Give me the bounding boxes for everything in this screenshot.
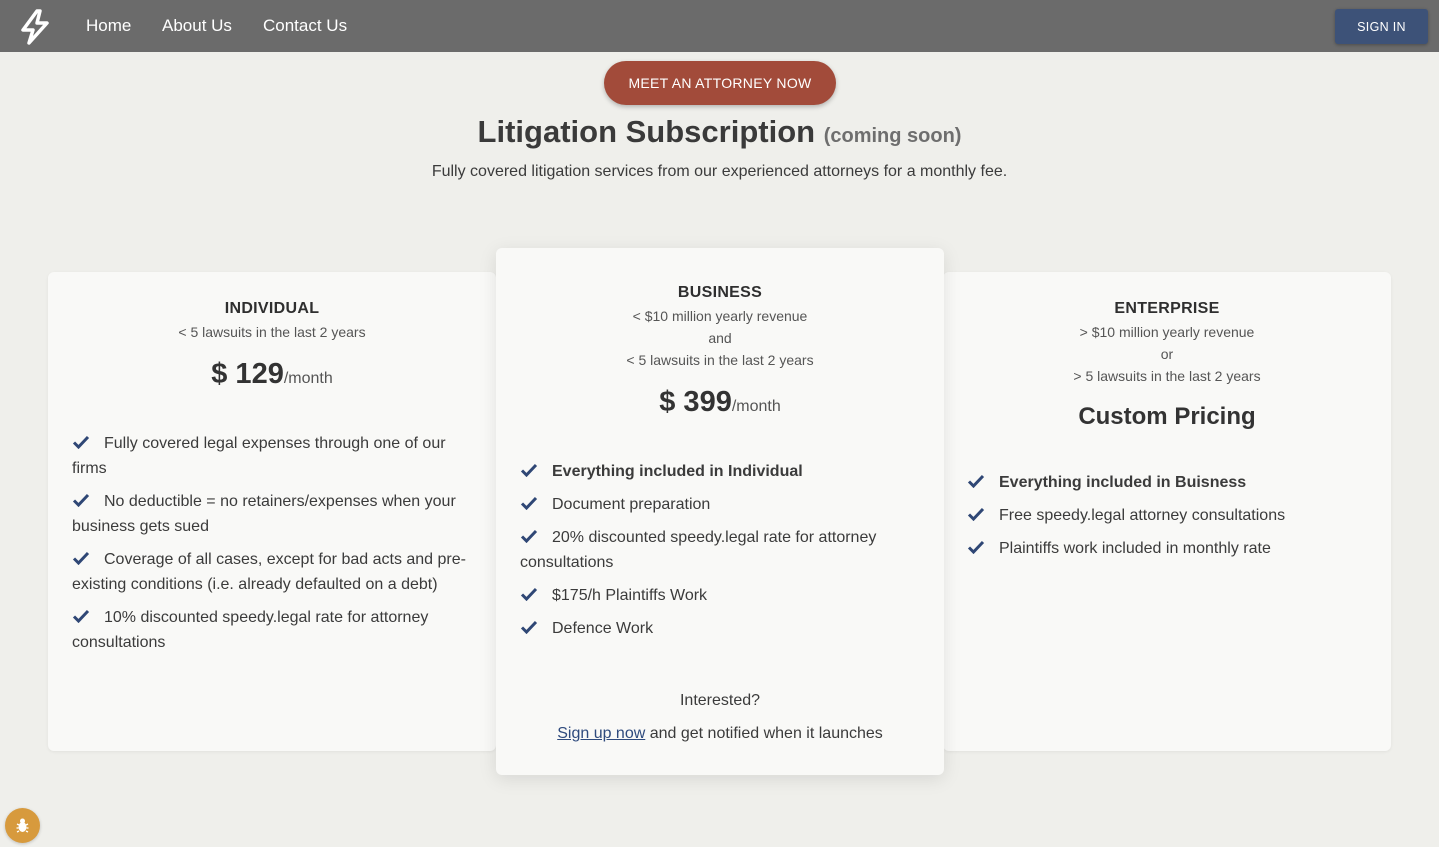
nav-home[interactable]: Home: [86, 16, 131, 36]
feature-item: Fully covered legal expenses through one…: [72, 435, 446, 477]
check-icon: [967, 540, 985, 554]
plan-name: INDIVIDUAL: [224, 300, 320, 317]
feature-list: Fully covered legal expenses through one…: [72, 431, 472, 663]
page-subtitle: Fully covered litigation services from o…: [431, 163, 1008, 180]
feature-item: Coverage of all cases, except for bad ac…: [72, 551, 466, 593]
feature-item: Free speedy.legal attorney consultations: [967, 503, 1367, 528]
plan-name: BUSINESS: [677, 284, 763, 301]
feature-item: 10% discounted speedy.legal rate for att…: [72, 609, 429, 651]
price-period: /month: [731, 398, 781, 415]
plan-description: < $10 million yearly revenue and < 5 law…: [626, 308, 814, 368]
check-icon: [72, 435, 90, 449]
check-icon: [72, 609, 90, 623]
plan-description: < 5 lawsuits in the last 2 years: [178, 324, 366, 340]
signup-notice: Sign up now and get notified when it lau…: [496, 725, 944, 743]
plan-card-enterprise: ENTERPRISE > $10 million yearly revenue …: [943, 272, 1391, 751]
bug-icon: [16, 818, 29, 833]
navbar: Home About Us Contact Us SIGN IN: [0, 0, 1439, 52]
feature-item: Everything included in Individual: [520, 459, 920, 484]
feature-list: Everything included in Individual Docume…: [520, 459, 920, 649]
check-icon: [72, 493, 90, 507]
plan-price: Custom Pricing: [1078, 403, 1256, 430]
plan-card-business: BUSINESS < $10 million yearly revenue an…: [496, 248, 944, 775]
price-amount: $ 399: [659, 386, 732, 418]
check-icon: [520, 529, 538, 543]
feature-item: Document preparation: [520, 492, 920, 517]
page-title-text: Litigation Subscription: [477, 114, 816, 149]
plan-price: $ 129/month: [48, 358, 496, 391]
sign-up-link[interactable]: Sign up now: [557, 725, 645, 742]
check-icon: [520, 587, 538, 601]
sign-in-button[interactable]: SIGN IN: [1335, 9, 1428, 44]
plan-description: > $10 million yearly revenue or > 5 laws…: [1073, 324, 1261, 384]
price-period: /month: [283, 370, 333, 387]
feature-item: Plaintiffs work included in monthly rate: [967, 536, 1367, 561]
check-icon: [967, 474, 985, 488]
check-icon: [967, 507, 985, 521]
nav-about-us[interactable]: About Us: [162, 16, 232, 36]
check-icon: [520, 620, 538, 634]
check-icon: [72, 551, 90, 565]
check-icon: [520, 463, 538, 477]
page-title: Litigation Subscription (coming soon): [0, 114, 1439, 150]
nav-contact-us[interactable]: Contact Us: [263, 16, 347, 36]
check-icon: [520, 496, 538, 510]
feature-item: Everything included in Buisness: [967, 470, 1367, 495]
signup-notice-text: and get notified when it launches: [645, 725, 883, 742]
feature-item: $175/h Plaintiffs Work: [520, 583, 920, 608]
coming-soon-label: (coming soon): [823, 125, 962, 147]
price-amount: $ 129: [211, 358, 284, 390]
feature-item: No deductible = no retainers/expenses wh…: [72, 493, 456, 535]
plan-card-individual: INDIVIDUAL < 5 lawsuits in the last 2 ye…: [48, 272, 496, 751]
feature-item: Defence Work: [520, 616, 920, 641]
interested-label: Interested?: [679, 692, 761, 709]
plan-price: $ 399/month: [496, 386, 944, 419]
plan-name: ENTERPRISE: [1114, 300, 1220, 317]
feature-list: Everything included in Buisness Free spe…: [967, 470, 1367, 569]
meet-attorney-button[interactable]: MEET AN ATTORNEY NOW: [604, 61, 836, 105]
bug-report-button[interactable]: [5, 808, 40, 843]
lightning-bolt-icon[interactable]: [18, 9, 52, 45]
feature-item: 20% discounted speedy.legal rate for att…: [520, 529, 877, 571]
